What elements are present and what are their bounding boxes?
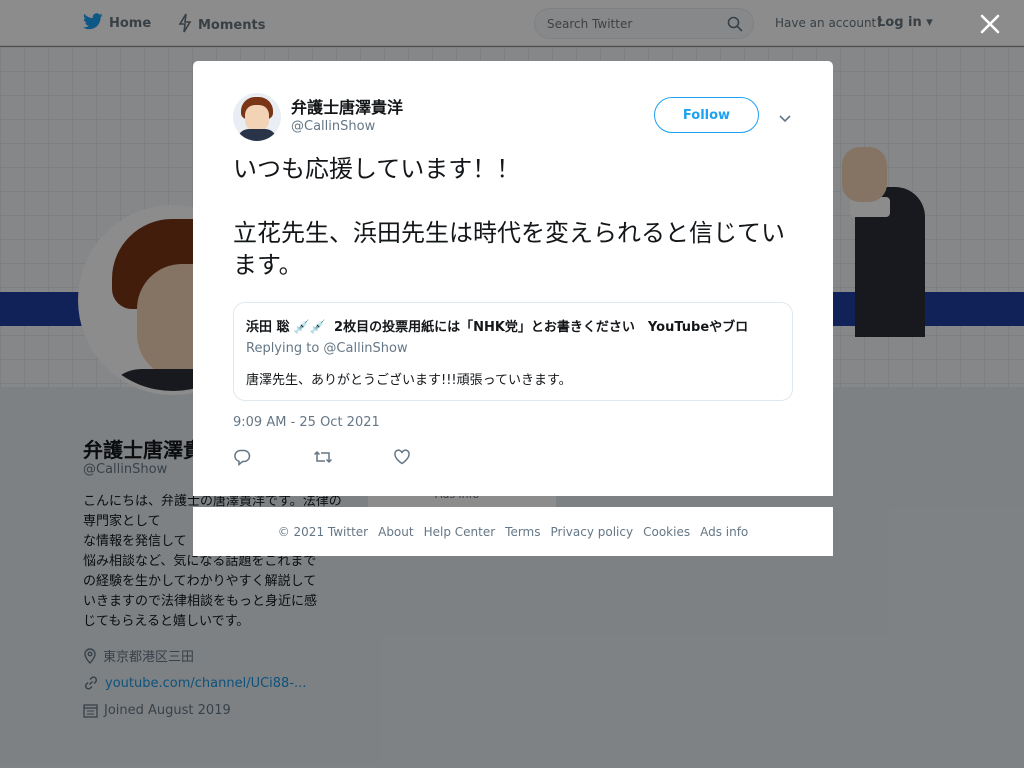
- tweet-author-handle[interactable]: @CallinShow: [291, 119, 375, 134]
- footer-link-cookies[interactable]: Cookies: [643, 525, 690, 539]
- tweet-modal: 弁護士唐澤貴洋 @CallinShow Follow いつも応援しています！！ …: [193, 61, 833, 496]
- tweet-author-avatar[interactable]: [233, 93, 281, 141]
- tweet-author-name[interactable]: 弁護士唐澤貴洋: [291, 94, 403, 118]
- quoted-tweet-text: 唐澤先生、ありがとうございます!!!頑張っていきます。: [246, 373, 572, 388]
- quoted-tweet[interactable]: 浜田 聡 💉💉 2枚目の投票用紙には「NHK党」とお書きください YouTubeや…: [233, 302, 793, 401]
- footer-link-help-center[interactable]: Help Center: [424, 525, 496, 539]
- quoted-replying-to: Replying to @CallinShow: [246, 341, 408, 356]
- tweet-timestamp[interactable]: 9:09 AM - 25 Oct 2021: [233, 415, 380, 430]
- quoted-author-name: 浜田 聡: [246, 320, 290, 335]
- footer-copyright: © 2021 Twitter: [277, 524, 369, 539]
- close-icon[interactable]: [978, 12, 1002, 36]
- quoted-author-headline: 2枚目の投票用紙には「NHK党」とお書きください YouTubeやブロ: [334, 320, 749, 335]
- footer-link-ads-info[interactable]: Ads info: [700, 525, 748, 539]
- syringe-emoji: 💉💉: [293, 320, 326, 335]
- follow-button[interactable]: Follow: [654, 97, 759, 133]
- tweet-text: いつも応援しています！！ 立花先生、浜田先生は時代を変えられると信じています。: [233, 155, 785, 279]
- quoted-tweet-header: 浜田 聡 💉💉 2枚目の投票用紙には「NHK党」とお書きください YouTubeや…: [246, 316, 786, 335]
- reply-icon[interactable]: [233, 447, 313, 467]
- footer-link-privacy-policy[interactable]: Privacy policy: [551, 525, 634, 539]
- footer-link-about[interactable]: About: [378, 525, 413, 539]
- chevron-down-icon[interactable]: [777, 109, 793, 123]
- modal-footer: © 2021 Twitter About Help Center Terms P…: [193, 507, 833, 556]
- tweet-actions: [233, 447, 473, 467]
- retweet-icon[interactable]: [313, 447, 393, 467]
- footer-link-terms[interactable]: Terms: [505, 525, 540, 539]
- like-heart-icon[interactable]: [393, 447, 473, 467]
